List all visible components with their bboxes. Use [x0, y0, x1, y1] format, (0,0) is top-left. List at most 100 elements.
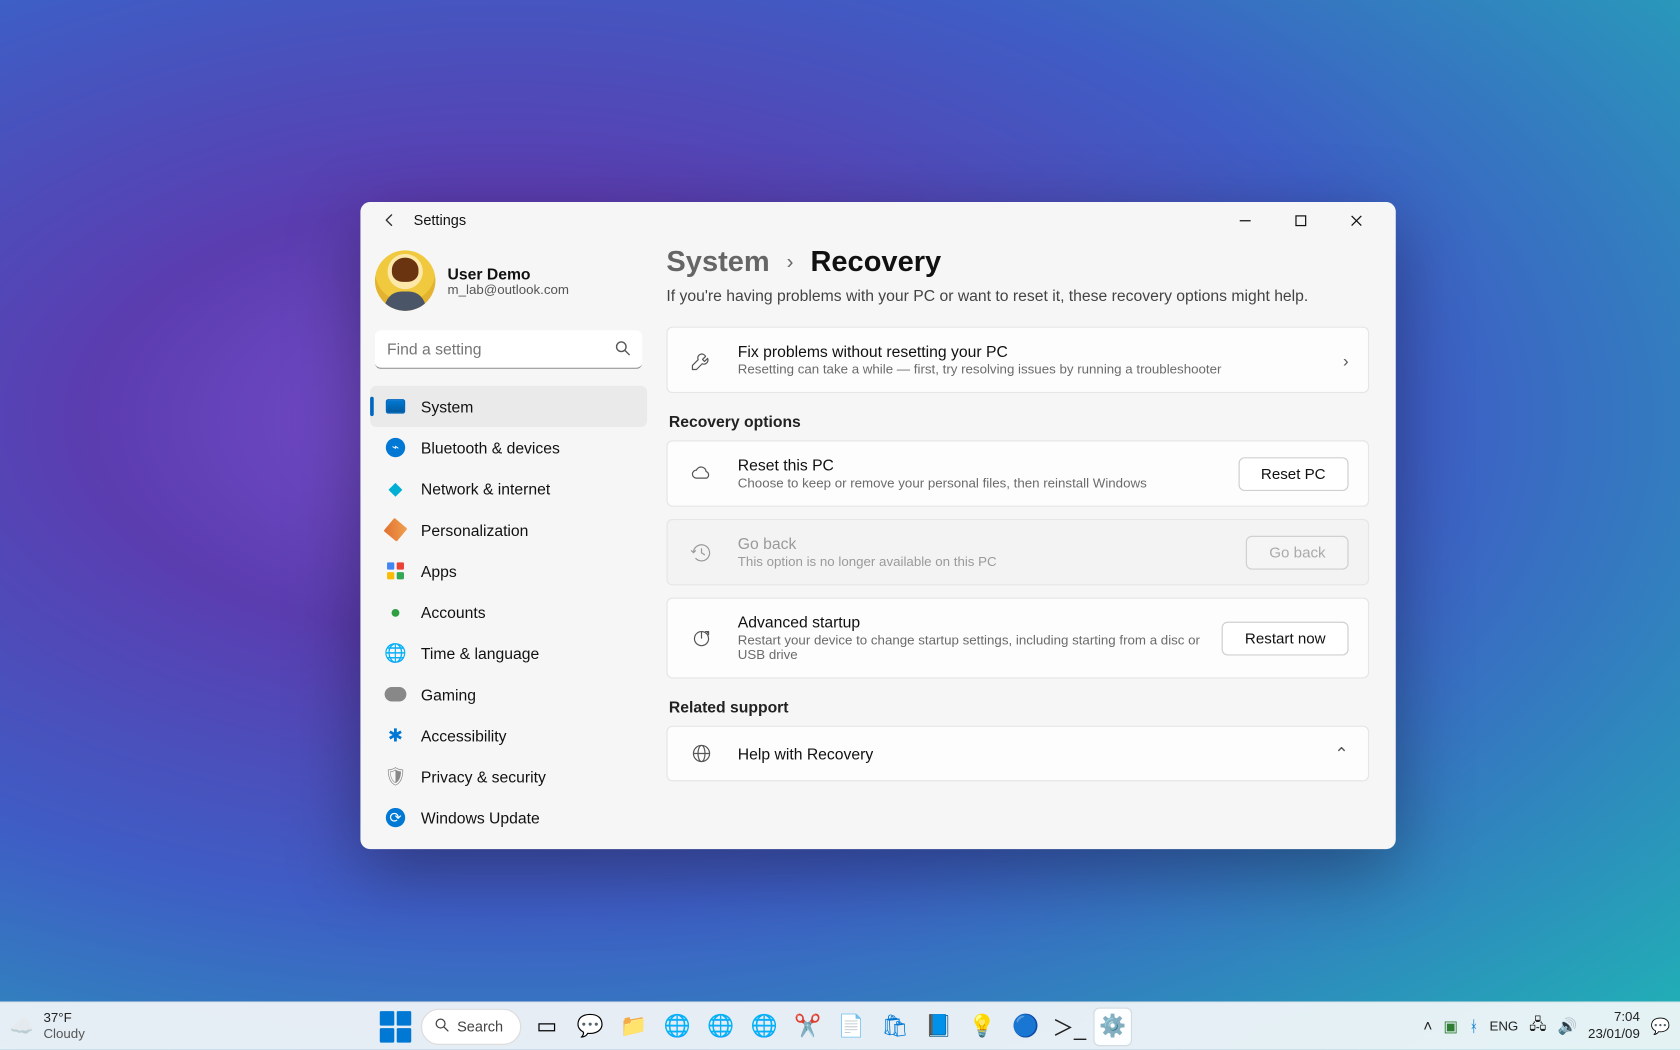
snipping-tool-icon[interactable]: ✂️ — [790, 1008, 826, 1044]
task-view-icon[interactable]: ▭ — [529, 1008, 565, 1044]
store-icon[interactable]: 🛍 — [877, 1008, 913, 1044]
cloud-reset-icon — [687, 461, 716, 485]
settings-icon[interactable]: ⚙️ — [1095, 1008, 1131, 1044]
keep-icon[interactable]: 💡 — [964, 1008, 1000, 1044]
sidebar-item-label: Privacy & security — [421, 767, 546, 785]
sidebar-item-privacy[interactable]: 🛡 Privacy & security — [370, 756, 647, 797]
page-description: If you're having problems with your PC o… — [666, 287, 1369, 305]
weather-icon: ☁️ — [10, 1014, 34, 1038]
card-title: Help with Recovery — [738, 744, 1313, 762]
sidebar-item-time[interactable]: 🌐 Time & language — [370, 633, 647, 674]
sidebar-item-gaming[interactable]: Gaming — [370, 674, 647, 715]
sidebar-item-label: System — [421, 397, 473, 415]
restart-now-button[interactable]: Restart now — [1222, 621, 1349, 655]
tray-volume-icon[interactable]: 🔊 — [1558, 1017, 1578, 1036]
weather-temp: 37°F — [43, 1012, 84, 1027]
sidebar-item-label: Gaming — [421, 685, 476, 703]
card-title: Fix problems without resetting your PC — [738, 342, 1321, 360]
file-explorer-icon[interactable]: 📁 — [616, 1008, 652, 1044]
edge-beta-icon[interactable]: 🌐 — [703, 1008, 739, 1044]
taskbar-weather[interactable]: ☁️ 37°F Cloudy — [10, 1012, 85, 1041]
tray-clock[interactable]: 7:04 23/01/09 — [1588, 1010, 1640, 1042]
search-box[interactable] — [375, 330, 642, 369]
section-heading-recovery: Recovery options — [669, 412, 1369, 430]
tray-overflow-icon[interactable]: ˄ — [1423, 1017, 1432, 1035]
card-subtitle: Choose to keep or remove your personal f… — [738, 477, 1216, 492]
system-icon — [385, 396, 407, 418]
troubleshoot-card[interactable]: Fix problems without resetting your PC R… — [666, 327, 1369, 394]
sidebar-item-label: Personalization — [421, 521, 529, 539]
main-content: System › Recovery If you're having probl… — [657, 238, 1396, 849]
sidebar-item-update[interactable]: ⟳ Windows Update — [370, 797, 647, 838]
docs-icon[interactable]: 📘 — [920, 1008, 956, 1044]
start-button[interactable] — [377, 1008, 413, 1044]
back-button[interactable] — [373, 203, 407, 237]
chevron-up-icon: ⌃ — [1334, 743, 1348, 764]
sidebar-item-label: Windows Update — [421, 809, 540, 827]
search-icon — [614, 340, 631, 361]
terminal-icon[interactable]: ＞_ — [1051, 1008, 1087, 1044]
sidebar-item-accessibility[interactable]: ✱ Accessibility — [370, 715, 647, 756]
wrench-icon — [687, 348, 716, 372]
tray-bluetooth-icon[interactable]: ᚼ — [1469, 1017, 1478, 1035]
accessibility-icon: ✱ — [385, 724, 407, 746]
sidebar-item-system[interactable]: System — [370, 386, 647, 427]
sidebar-item-label: Apps — [421, 562, 457, 580]
go-back-card: Go back This option is no longer availab… — [666, 519, 1369, 586]
search-input[interactable] — [375, 330, 642, 369]
apps-icon — [385, 560, 407, 582]
sidebar-item-apps[interactable]: Apps — [370, 550, 647, 591]
weather-condition: Cloudy — [43, 1026, 84, 1041]
minimize-button[interactable] — [1217, 202, 1273, 238]
section-heading-support: Related support — [669, 698, 1369, 716]
globe-icon — [687, 741, 716, 765]
card-title: Reset this PC — [738, 456, 1216, 474]
history-icon — [687, 540, 716, 564]
reset-pc-card: Reset this PC Choose to keep or remove y… — [666, 440, 1369, 507]
nav-list: System ⌁ Bluetooth & devices ◆ Network &… — [370, 386, 647, 838]
personalization-icon — [385, 519, 407, 541]
card-title: Go back — [738, 535, 1225, 553]
chevron-right-icon: › — [787, 250, 794, 274]
card-subtitle: This option is no longer available on th… — [738, 555, 1225, 570]
tray-network-icon[interactable]: 🖧 — [1529, 1013, 1547, 1040]
breadcrumb-current: Recovery — [810, 246, 941, 280]
tray-language[interactable]: ENG — [1489, 1019, 1518, 1034]
taskbar-search[interactable]: Search — [421, 1008, 521, 1044]
tray-time: 7:04 — [1614, 1010, 1640, 1026]
sidebar-item-bluetooth[interactable]: ⌁ Bluetooth & devices — [370, 427, 647, 468]
edge-icon[interactable]: 🌐 — [659, 1008, 695, 1044]
sidebar-item-label: Accessibility — [421, 726, 507, 744]
search-icon — [434, 1017, 450, 1036]
network-icon: ◆ — [385, 478, 407, 500]
taskbar-center: Search ▭ 💬 📁 🌐 🌐 🌐 ✂️ 📄 🛍 📘 💡 🔵 ＞_ ⚙️ — [85, 1008, 1423, 1044]
profile-email: m_lab@outlook.com — [448, 282, 569, 297]
taskbar: ☁️ 37°F Cloudy Search ▭ 💬 📁 🌐 🌐 🌐 ✂️ — [0, 1001, 1680, 1049]
chat-icon[interactable]: 💬 — [572, 1008, 608, 1044]
breadcrumb-parent[interactable]: System — [666, 246, 769, 280]
notepad-icon[interactable]: 📄 — [833, 1008, 869, 1044]
advanced-startup-card: Advanced startup Restart your device to … — [666, 597, 1369, 678]
sidebar-item-personalization[interactable]: Personalization — [370, 509, 647, 550]
sidebar-item-accounts[interactable]: ● Accounts — [370, 591, 647, 632]
card-subtitle: Resetting can take a while — first, try … — [738, 363, 1321, 378]
power-restart-icon — [687, 626, 716, 650]
sidebar-item-label: Bluetooth & devices — [421, 438, 560, 456]
card-title: Advanced startup — [738, 613, 1200, 631]
reset-pc-button[interactable]: Reset PC — [1238, 457, 1349, 491]
profile-name: User Demo — [448, 264, 569, 282]
help-recovery-card[interactable]: Help with Recovery ⌃ — [666, 726, 1369, 782]
chrome-icon[interactable]: 🔵 — [1007, 1008, 1043, 1044]
window-title: Settings — [414, 212, 466, 229]
tray-security-icon[interactable]: ▣ — [1443, 1017, 1458, 1036]
sidebar-item-label: Time & language — [421, 644, 539, 662]
sidebar-item-network[interactable]: ◆ Network & internet — [370, 468, 647, 509]
profile-block[interactable]: User Demo m_lab@outlook.com — [370, 246, 647, 323]
gaming-icon — [385, 683, 407, 705]
edge-canary-icon[interactable]: 🌐 — [746, 1008, 782, 1044]
maximize-button[interactable] — [1272, 202, 1328, 238]
titlebar: Settings — [360, 202, 1395, 238]
close-button[interactable] — [1328, 202, 1384, 238]
system-tray: ˄ ▣ ᚼ ENG 🖧 🔊 7:04 23/01/09 💬 — [1423, 1010, 1670, 1042]
tray-notifications-icon[interactable]: 💬 — [1651, 1017, 1671, 1036]
